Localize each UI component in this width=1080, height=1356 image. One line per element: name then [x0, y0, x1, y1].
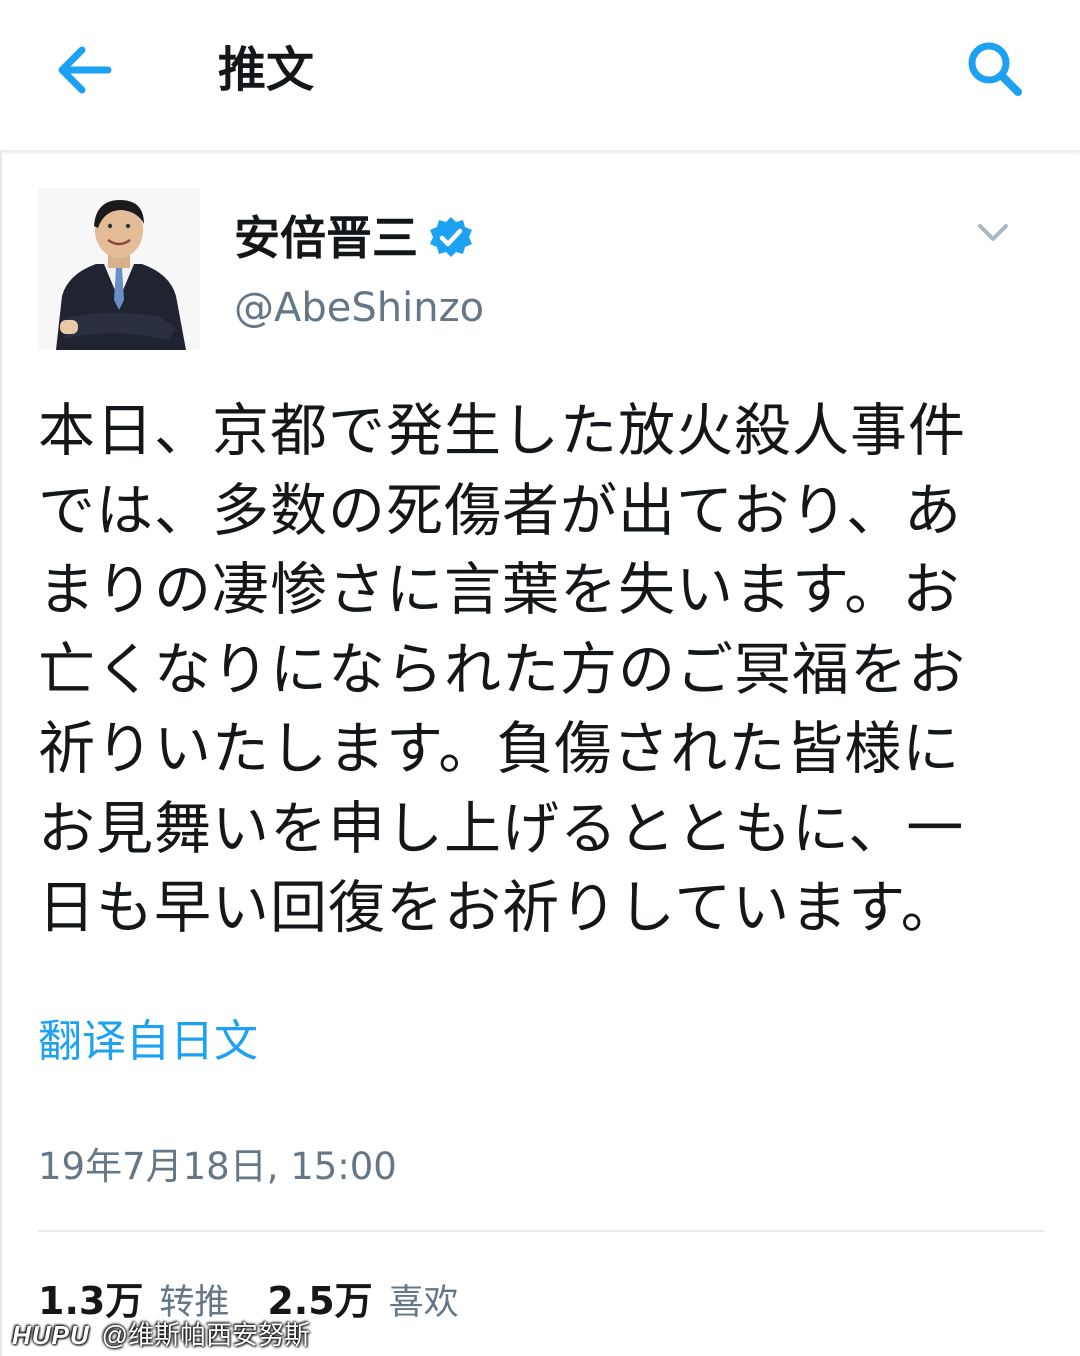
tweet-text-line: 祈りいたします。負傷された皆様に: [38, 716, 961, 782]
tweet-text-line: お見舞いを申し上げるとともに、一: [38, 795, 965, 862]
arrow-left-icon: [58, 46, 112, 94]
chevron-down-icon: [978, 224, 1008, 241]
verified-badge-icon: [430, 217, 472, 257]
watermark: HUPU @维斯帕西安努斯: [12, 1318, 310, 1352]
author-avatar[interactable]: [38, 188, 200, 350]
back-button[interactable]: [50, 38, 120, 102]
top-app-bar: 推文: [0, 0, 1080, 151]
tweet-text-line: まりの凄惨さに言葉を失います。お: [38, 557, 961, 623]
tweet-text-line: 日も早い回復をお祈りしています。: [38, 875, 959, 941]
stats-divider: [38, 1230, 1044, 1232]
avatar-photo: [38, 188, 200, 350]
watermark-text: @维斯帕西安努斯: [101, 1320, 311, 1350]
search-button[interactable]: [962, 36, 1028, 102]
tweet-timestamp: 19年7月18日, 15:00: [38, 1145, 397, 1188]
page-title: 推文: [218, 42, 315, 98]
likes-label: 喜欢: [388, 1283, 459, 1323]
author-display-name[interactable]: 安倍晋三: [234, 208, 474, 268]
translate-link[interactable]: 翻译自日文: [38, 1012, 258, 1072]
author-name-text: 安倍晋三: [234, 211, 418, 265]
tweet-text-line: 亡くなりになられた方のご冥福をお: [38, 636, 966, 703]
tweet-text: 本日、京都で発生した放火殺人事件 では、多数の死傷者が出ており、あ まりの凄惨さ…: [38, 392, 1018, 949]
tweet-text-line: では、多数の死傷者が出ており、あ: [38, 477, 963, 544]
author-handle[interactable]: @AbeShinzo: [234, 282, 484, 334]
search-icon: [968, 42, 1022, 96]
tweet-text-line: 本日、京都で発生した放火殺人事件: [38, 398, 966, 464]
left-edge-divider: [0, 150, 2, 1356]
tweet-menu-button[interactable]: [968, 212, 1018, 252]
watermark-logo: HUPU: [12, 1320, 90, 1350]
